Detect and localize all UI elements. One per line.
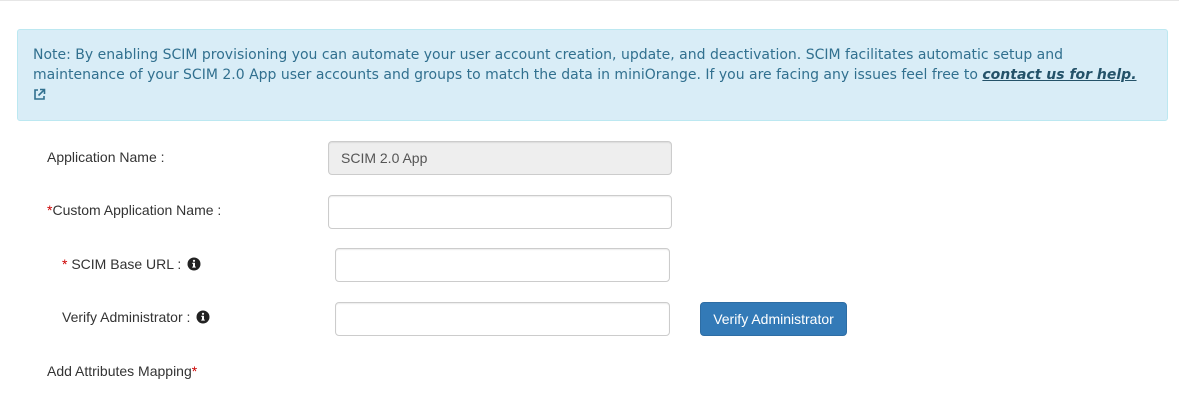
application-name-label: Application Name : [47, 148, 165, 166]
custom-application-name-label: *Custom Application Name : [47, 201, 221, 219]
custom-application-name-input[interactable] [328, 195, 672, 229]
add-attributes-mapping-label-text: Add Attributes Mapping [47, 363, 192, 379]
custom-application-name-label-text: Custom Application Name : [52, 202, 222, 218]
note-text: Note: By enabling SCIM provisioning you … [33, 47, 1064, 83]
verify-administrator-input[interactable] [335, 302, 670, 336]
scim-base-url-input[interactable] [335, 248, 670, 282]
application-name-input[interactable] [328, 141, 672, 175]
contact-us-link[interactable]: contact us for help. [982, 67, 1136, 83]
info-circle-icon[interactable] [187, 257, 201, 275]
verify-administrator-button[interactable]: Verify Administrator [700, 302, 847, 336]
scim-base-url-label: * SCIM Base URL : [62, 255, 201, 275]
verify-administrator-label-text: Verify Administrator : [62, 309, 191, 325]
info-circle-icon[interactable] [196, 310, 210, 328]
required-asterisk: * [191, 363, 198, 379]
top-divider [0, 0, 1179, 1]
scim-info-alert: Note: By enabling SCIM provisioning you … [17, 29, 1168, 121]
external-link-icon[interactable] [33, 87, 46, 107]
scim-base-url-label-text: SCIM Base URL : [67, 256, 182, 272]
verify-administrator-label: Verify Administrator : [62, 308, 210, 328]
application-name-label-text: Application Name : [47, 149, 165, 165]
add-attributes-mapping-label: Add Attributes Mapping* [47, 362, 197, 380]
